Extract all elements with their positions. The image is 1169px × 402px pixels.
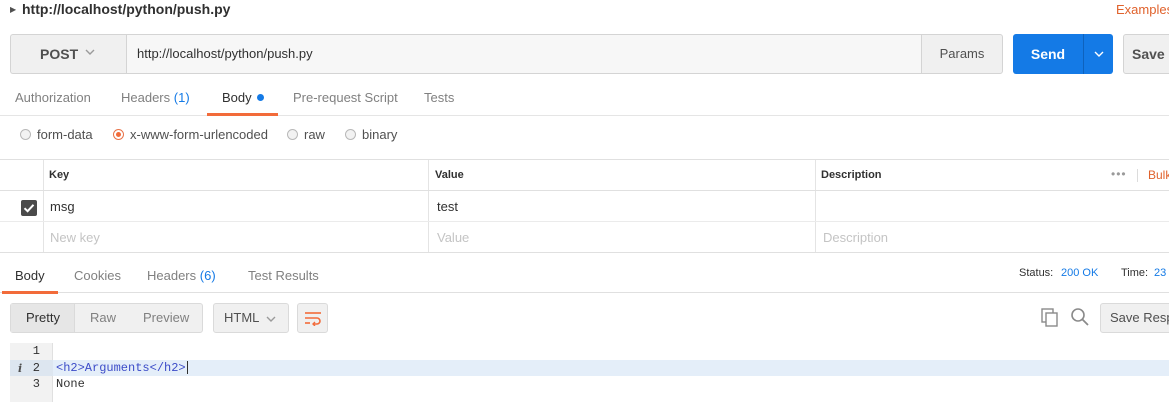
tab-label: Authorization [15, 90, 91, 105]
mode-pretty[interactable]: Pretty [26, 304, 60, 332]
tab-label: Pre-request Script [293, 90, 398, 105]
headers-count: (1) [173, 90, 190, 105]
save-button[interactable]: Save [1123, 34, 1169, 74]
table-header: Key Value Description ••• Bulk [0, 160, 1169, 191]
chevron-down-icon [266, 316, 276, 322]
new-description-input[interactable]: Description [823, 230, 888, 245]
radio-label: form-data [37, 127, 93, 142]
send-options-button[interactable] [1083, 34, 1113, 74]
save-response-button[interactable]: Save Respo [1100, 303, 1169, 333]
tab-headers[interactable]: Headers (1) [121, 84, 190, 115]
send-button[interactable]: Send [1013, 34, 1083, 74]
active-line-highlight [53, 360, 1169, 376]
tab-label: Tests [424, 90, 455, 105]
radio-form-data[interactable]: form-data [20, 126, 93, 146]
url-text: http://localhost/python/push.py [137, 46, 313, 61]
radio-label: binary [362, 127, 398, 142]
radio-checked-icon [113, 129, 124, 140]
line-number: 2 [32, 361, 40, 375]
checkmark-icon [23, 204, 35, 213]
value-column-header: Value [435, 169, 464, 181]
status-label: Status: [1019, 267, 1054, 279]
mode-raw[interactable]: Raw [90, 304, 116, 332]
wrap-lines-icon [305, 312, 321, 326]
copy-icon[interactable] [1041, 308, 1059, 328]
tab-cookies[interactable]: Cookies [74, 262, 121, 293]
request-title-bar: ▶ http://localhost/python/push.py Exampl… [0, 0, 1169, 22]
line-number: 3 [32, 377, 40, 391]
tab-response-headers[interactable]: Headers (6) [147, 262, 216, 293]
chevron-down-icon [1094, 51, 1104, 57]
mode-preview[interactable]: Preview [143, 304, 189, 332]
chevron-down-icon [85, 49, 95, 55]
tab-response-body[interactable]: Body [15, 262, 45, 293]
time-value[interactable]: 23 [1154, 267, 1166, 279]
view-mode-toggle: Pretty Raw Preview [10, 303, 203, 333]
new-key-input[interactable]: New key [50, 230, 100, 245]
tab-authorization[interactable]: Authorization [15, 84, 91, 115]
tab-label: Test Results [248, 268, 319, 283]
format-label: HTML [224, 310, 260, 325]
response-tabs: Body Cookies Headers (6) Test Results St… [0, 262, 1169, 294]
search-icon[interactable] [1070, 307, 1090, 327]
line-number: 1 [32, 344, 40, 358]
bulk-edit-link[interactable]: Bulk [1148, 168, 1169, 182]
method-select[interactable]: POST [10, 34, 126, 74]
tab-label: Body [222, 90, 252, 105]
method-label: POST [40, 46, 79, 62]
params-table: Key Value Description ••• Bulk msg test … [0, 159, 1169, 253]
tab-label: Headers [147, 268, 197, 283]
status-value[interactable]: 200 OK [1061, 267, 1098, 279]
table-row: msg test [0, 191, 1169, 222]
active-tab-indicator [2, 291, 58, 294]
radio-circle-icon [287, 129, 298, 140]
radio-x-www-form-urlencoded[interactable]: x-www-form-urlencoded [113, 126, 268, 146]
request-title[interactable]: http://localhost/python/push.py [22, 1, 230, 17]
request-tabs: Authorization Headers (1) Body Pre-reque… [0, 84, 1169, 116]
radio-binary[interactable]: binary [345, 126, 397, 146]
active-tab-indicator [207, 113, 278, 116]
tab-test-results[interactable]: Test Results [248, 262, 319, 293]
code-line: None [56, 377, 85, 391]
radio-label: raw [304, 127, 325, 142]
body-type-options: form-data x-www-form-urlencoded raw bina… [0, 126, 1169, 146]
tab-body[interactable]: Body [222, 84, 264, 115]
radio-circle-icon [345, 129, 356, 140]
new-value-input[interactable]: Value [437, 230, 469, 245]
radio-circle-icon [20, 129, 31, 140]
table-row-new: New key Value Description [0, 222, 1169, 253]
radio-raw[interactable]: raw [287, 126, 325, 146]
tab-label: Cookies [74, 268, 121, 283]
row-enabled-checkbox[interactable] [21, 200, 37, 216]
description-column-header: Description [821, 169, 882, 181]
url-input[interactable]: http://localhost/python/push.py [126, 34, 922, 74]
divider [1137, 169, 1138, 182]
tab-tests[interactable]: Tests [424, 84, 454, 115]
radio-label: x-www-form-urlencoded [130, 127, 268, 142]
headers-count: (6) [199, 268, 216, 283]
wrap-lines-button[interactable] [297, 303, 328, 333]
key-cell[interactable]: msg [50, 199, 75, 214]
key-column-header: Key [49, 169, 70, 181]
examples-link[interactable]: Examples [1116, 2, 1169, 17]
tab-label: Body [15, 268, 45, 283]
more-options-icon[interactable]: ••• [1111, 167, 1127, 181]
params-button[interactable]: Params [921, 34, 1003, 74]
response-code-viewer[interactable]: i 1 2 3 <h2>Arguments</h2> None [10, 343, 1169, 402]
code-line-tag: <h2>Arguments</h2> [56, 361, 186, 375]
time-label: Time: [1121, 267, 1149, 279]
expand-caret-icon[interactable]: ▶ [10, 5, 16, 14]
tab-label: Headers [121, 90, 171, 105]
format-select[interactable]: HTML [213, 303, 289, 333]
value-cell[interactable]: test [437, 199, 458, 214]
tab-pre-request-script[interactable]: Pre-request Script [293, 84, 398, 115]
body-modified-dot [256, 94, 264, 101]
text-cursor [187, 361, 188, 374]
